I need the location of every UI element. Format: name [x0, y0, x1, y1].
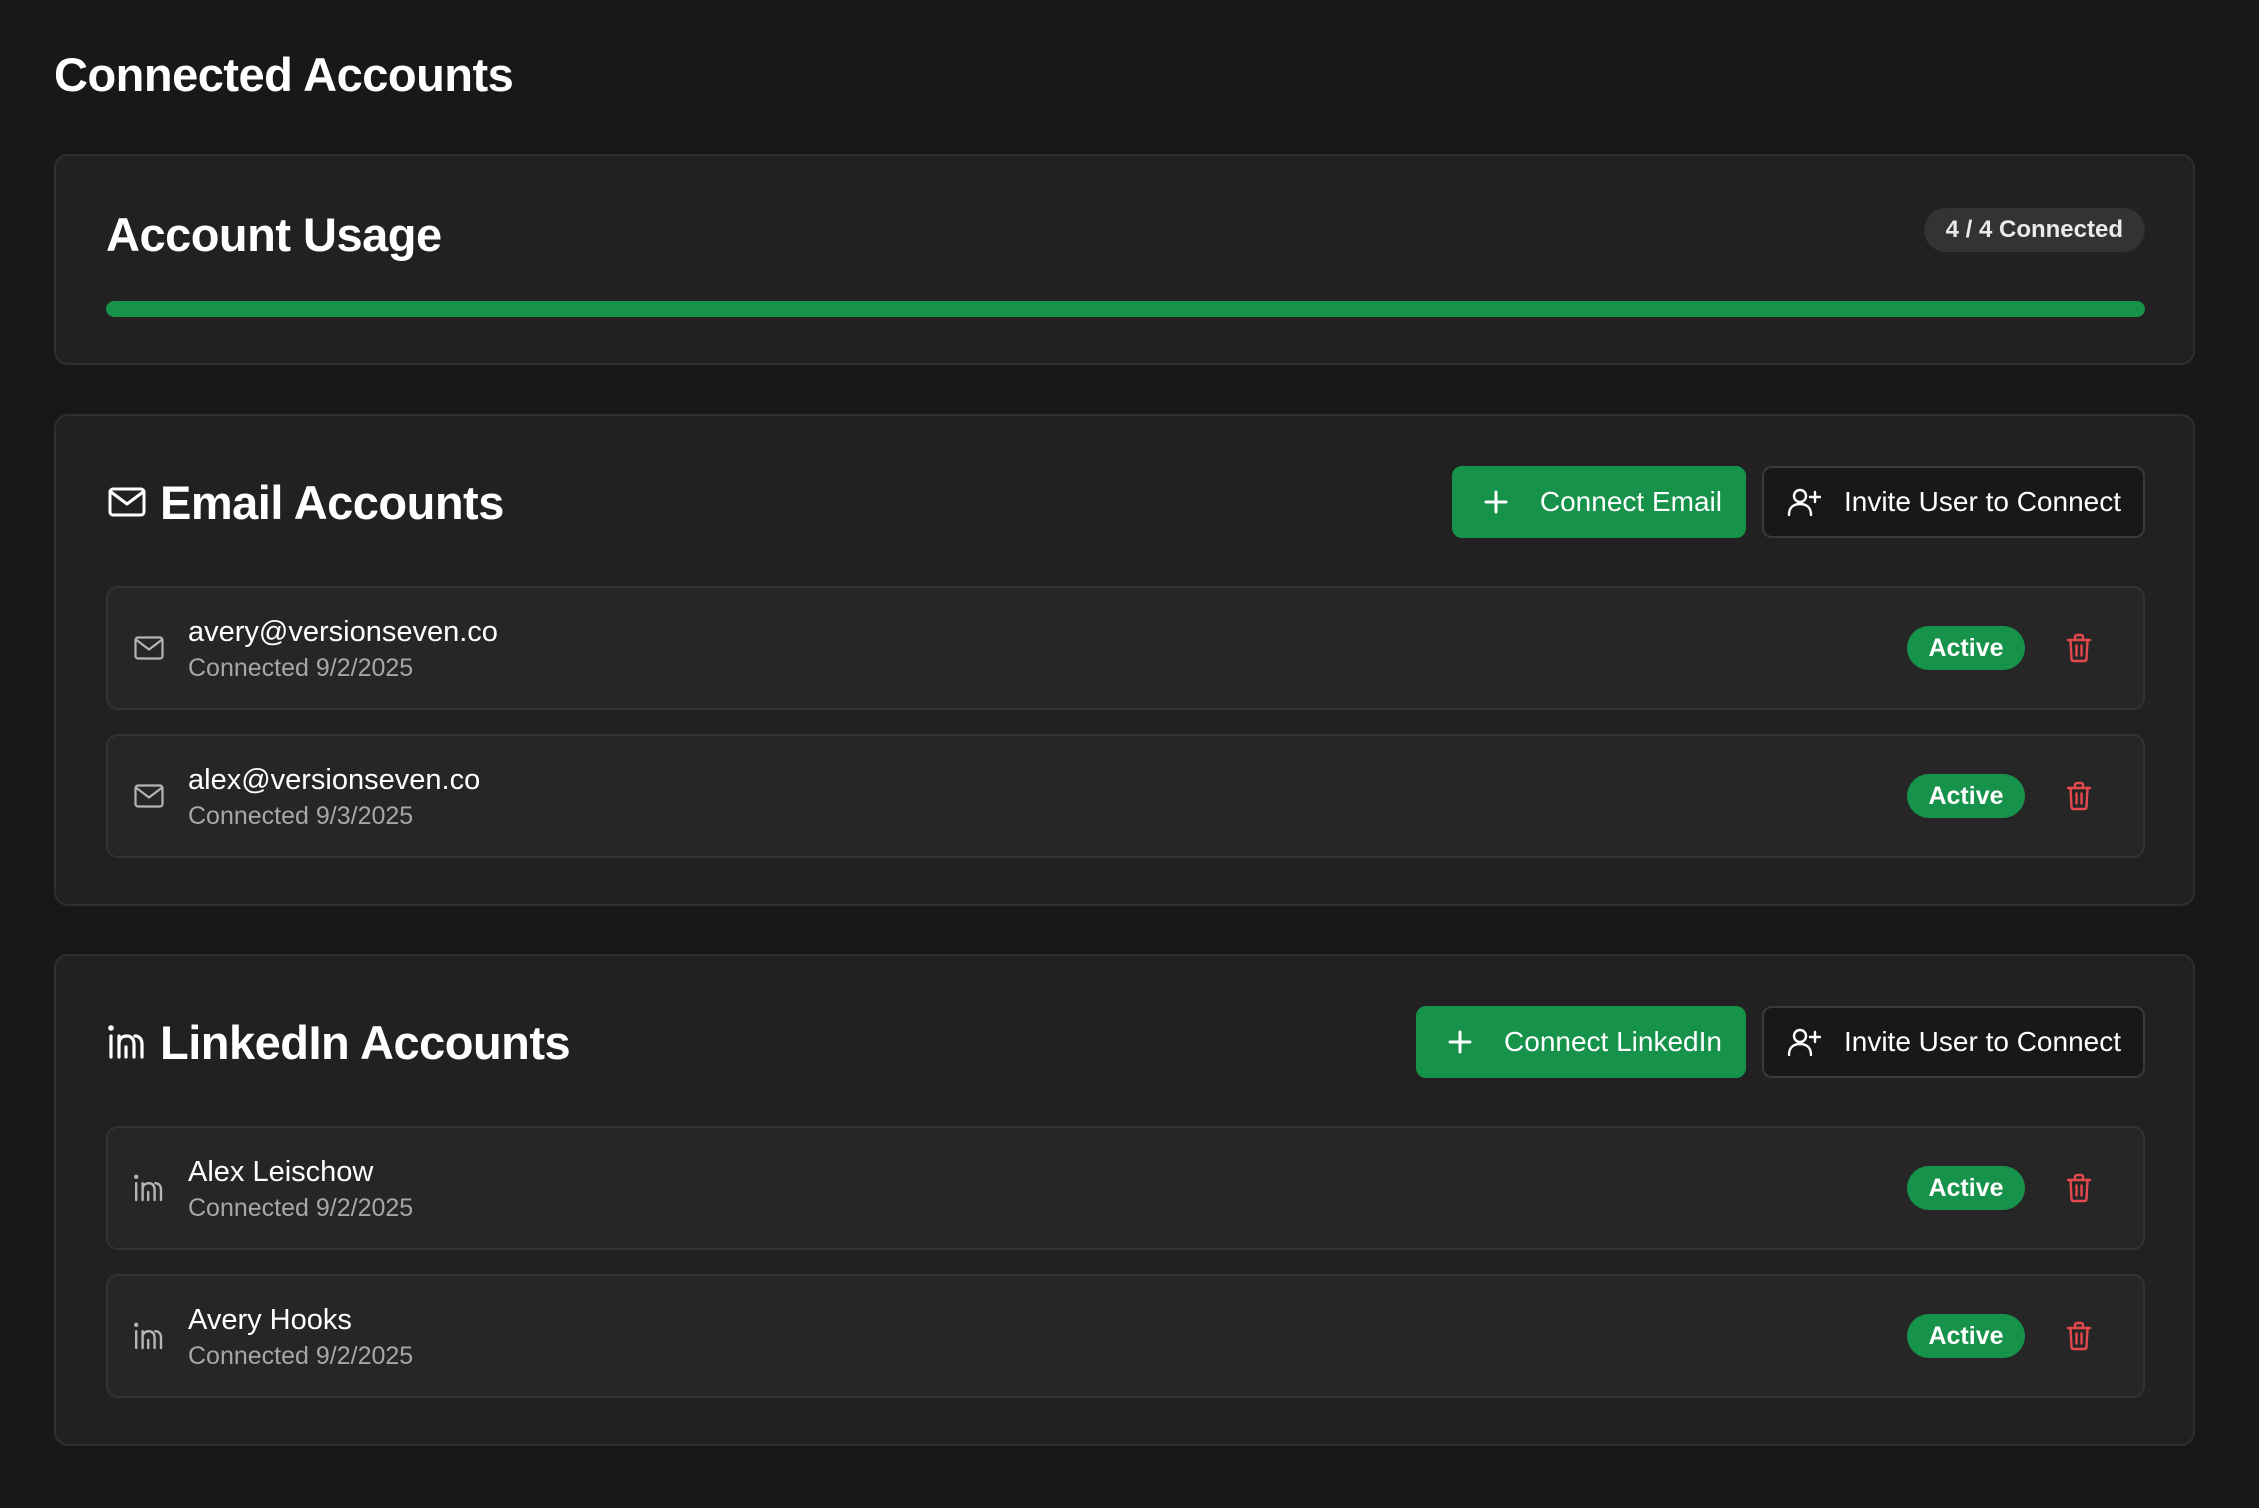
usage-progress-bar: [106, 301, 2145, 317]
usage-progress-fill: [106, 301, 2145, 317]
connect-linkedin-label: Connect LinkedIn: [1504, 1026, 1722, 1057]
linkedin-accounts-heading: LinkedIn Accounts: [106, 1010, 571, 1074]
trash-icon: [2066, 1321, 2092, 1351]
email-account-list: avery@versionseven.co Connected 9/2/2025…: [106, 586, 2145, 882]
linkedin-icon: [106, 1021, 148, 1063]
connected-accounts-page: Connected Accounts Account Usage 4 / 4 C…: [0, 0, 2259, 1508]
page-title: Connected Accounts: [54, 48, 514, 101]
linkedin-account-row: Alex Leischow Connected 9/2/2025 Active: [106, 1126, 2145, 1250]
trash-icon: [2066, 633, 2092, 663]
delete-linkedin-account-button[interactable]: [2061, 1170, 2097, 1206]
invite-user-email-button[interactable]: Invite User to Connect: [1761, 466, 2145, 538]
plus-icon: [1442, 1024, 1478, 1060]
plus-icon: [1478, 484, 1514, 520]
delete-email-account-button[interactable]: [2061, 630, 2097, 666]
email-address: avery@versionseven.co: [188, 616, 498, 648]
linkedin-icon: [132, 1171, 166, 1205]
status-badge: Active: [1907, 1166, 2025, 1210]
delete-email-account-button[interactable]: [2061, 778, 2097, 814]
status-badge: Active: [1907, 1314, 2025, 1358]
linkedin-icon: [132, 1319, 166, 1353]
trash-icon: [2066, 781, 2092, 811]
connected-date: Connected 9/2/2025: [188, 1194, 414, 1222]
connected-date: Connected 9/2/2025: [188, 654, 414, 682]
linkedin-account-name: Alex Leischow: [188, 1156, 374, 1188]
trash-icon: [2066, 1173, 2092, 1203]
delete-linkedin-account-button[interactable]: [2061, 1318, 2097, 1354]
account-usage-card: Account Usage 4 / 4 Connected: [54, 154, 2195, 365]
invite-user-linkedin-label: Invite User to Connect: [1843, 1026, 2121, 1057]
user-plus-icon: [1786, 1024, 1822, 1060]
email-accounts-heading: Email Accounts: [106, 470, 504, 534]
linkedin-accounts-title: LinkedIn Accounts: [160, 1015, 571, 1069]
connect-linkedin-button[interactable]: Connect LinkedIn: [1416, 1006, 1746, 1078]
connect-email-button[interactable]: Connect Email: [1451, 466, 1746, 538]
mail-icon: [106, 481, 148, 523]
linkedin-accounts-card: LinkedIn Accounts Connect LinkedIn Invit…: [54, 954, 2195, 1446]
account-usage-title: Account Usage: [106, 208, 442, 261]
email-account-row: avery@versionseven.co Connected 9/2/2025…: [106, 586, 2145, 710]
linkedin-account-row: Avery Hooks Connected 9/2/2025 Active: [106, 1274, 2145, 1398]
invite-user-linkedin-button[interactable]: Invite User to Connect: [1761, 1006, 2145, 1078]
usage-count-badge: 4 / 4 Connected: [1923, 208, 2145, 252]
connect-email-label: Connect Email: [1539, 486, 1722, 517]
linkedin-actions: Connect LinkedIn Invite User to Connect: [1416, 1006, 2145, 1078]
email-account-row: alex@versionseven.co Connected 9/3/2025 …: [106, 734, 2145, 858]
email-accounts-title: Email Accounts: [160, 475, 504, 529]
email-address: alex@versionseven.co: [188, 764, 481, 796]
invite-user-email-label: Invite User to Connect: [1843, 486, 2121, 517]
status-badge: Active: [1907, 774, 2025, 818]
mail-icon: [132, 779, 166, 813]
user-plus-icon: [1786, 484, 1822, 520]
connected-date: Connected 9/3/2025: [188, 802, 414, 830]
linkedin-account-list: Alex Leischow Connected 9/2/2025 Active: [106, 1126, 2145, 1422]
status-badge: Active: [1907, 626, 2025, 670]
email-actions: Connect Email Invite User to Connect: [1451, 466, 2145, 538]
linkedin-account-name: Avery Hooks: [188, 1304, 352, 1336]
mail-icon: [132, 631, 166, 665]
connected-date: Connected 9/2/2025: [188, 1342, 414, 1370]
email-accounts-card: Email Accounts Connect Email Invite User…: [54, 414, 2195, 906]
